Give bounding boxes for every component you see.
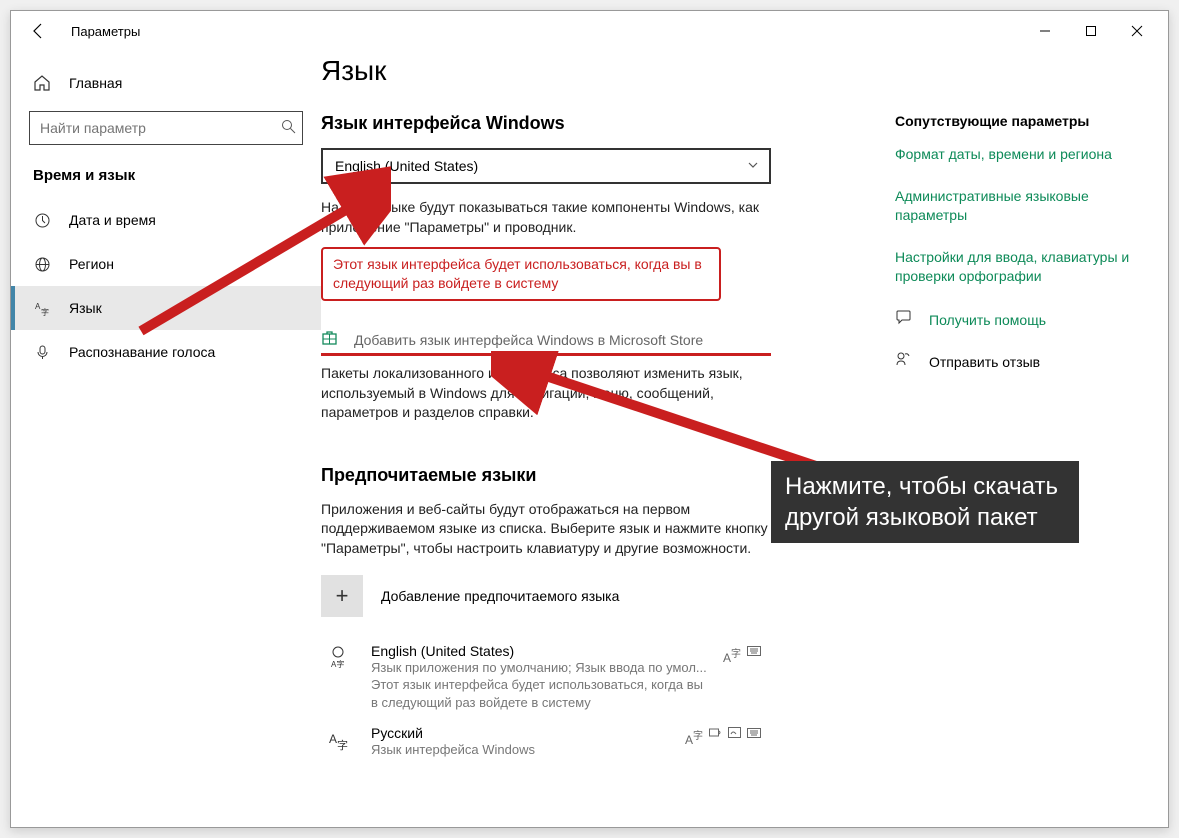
- annotation-underline: [321, 353, 771, 356]
- maximize-button[interactable]: [1068, 11, 1114, 51]
- sidebar-item-label: Дата и время: [69, 212, 156, 228]
- keyboard-feature-icon: [747, 645, 761, 712]
- preferred-language-sub: Язык приложения по умолчанию; Язык ввода…: [371, 659, 707, 677]
- sidebar-home-label: Главная: [69, 75, 122, 91]
- sidebar-item-label: Распознавание голоса: [69, 344, 215, 360]
- preferred-language-name: Русский: [371, 725, 669, 741]
- display-language-dropdown[interactable]: English (United States): [321, 148, 771, 184]
- sidebar-section-title: Время и язык: [11, 155, 321, 198]
- preferred-language-item[interactable]: A字 Русский Язык интерфейса Windows A字: [321, 723, 761, 771]
- display-language-notice: Этот язык интерфейса будет использоватьс…: [321, 247, 721, 301]
- preferred-languages-desc: Приложения и веб-сайты будут отображатьс…: [321, 500, 771, 559]
- preferred-language-sub: Язык интерфейса Windows: [371, 741, 669, 759]
- feedback-icon: [895, 351, 913, 373]
- clock-icon: [33, 211, 51, 229]
- preferred-language-name: English (United States): [371, 643, 707, 659]
- search-input[interactable]: [40, 120, 281, 136]
- search-box[interactable]: [29, 111, 303, 145]
- sidebar-item-label: Язык: [69, 300, 102, 316]
- sidebar-item-datetime[interactable]: Дата и время: [11, 198, 321, 242]
- language-feature-icons: A字: [723, 643, 761, 712]
- display-language-heading: Язык интерфейса Windows: [321, 113, 861, 134]
- add-preferred-language-row[interactable]: + Добавление предпочитаемого языка: [321, 575, 861, 617]
- store-link-label: Добавить язык интерфейса Windows в Micro…: [354, 332, 703, 348]
- tts-feature-icon: [709, 727, 722, 759]
- preferred-language-item[interactable]: A字 English (United States) Язык приложен…: [321, 641, 761, 724]
- lang-glyph-icon: A字: [321, 725, 355, 759]
- close-button[interactable]: [1114, 11, 1160, 51]
- page-title: Язык: [321, 55, 861, 87]
- sidebar-item-region[interactable]: Регион: [11, 242, 321, 286]
- window-controls: [1022, 11, 1160, 51]
- related-heading: Сопутствующие параметры: [895, 113, 1151, 129]
- related-link-admin-language[interactable]: Административные языковые параметры: [895, 187, 1151, 226]
- keyboard-feature-icon: [747, 727, 761, 759]
- main-content: Язык Язык интерфейса Windows English (Un…: [321, 51, 861, 827]
- svg-text:A字: A字: [331, 659, 344, 669]
- globe-icon: [33, 255, 51, 273]
- sidebar-home[interactable]: Главная: [11, 61, 321, 105]
- store-desc: Пакеты локализованного интерфейса позвол…: [321, 364, 781, 423]
- help-icon: [895, 309, 913, 331]
- give-feedback-label: Отправить отзыв: [929, 354, 1040, 370]
- home-icon: [33, 74, 51, 92]
- get-help-row[interactable]: Получить помощь: [895, 309, 1151, 331]
- give-feedback-row[interactable]: Отправить отзыв: [895, 351, 1151, 373]
- store-icon: [321, 329, 338, 351]
- display-language-selected: English (United States): [335, 158, 478, 174]
- svg-text:A: A: [329, 732, 337, 746]
- add-preferred-language-label: Добавление предпочитаемого языка: [381, 588, 619, 604]
- chevron-down-icon: [747, 159, 759, 174]
- minimize-button[interactable]: [1022, 11, 1068, 51]
- svg-text:字: 字: [337, 738, 348, 751]
- settings-window: Параметры Главная: [10, 10, 1169, 828]
- window-title: Параметры: [71, 24, 140, 39]
- language-feature-icons: A字: [685, 725, 761, 759]
- related-link-date-region[interactable]: Формат даты, времени и региона: [895, 145, 1151, 165]
- svg-text:字: 字: [41, 307, 49, 317]
- back-button[interactable]: [19, 11, 59, 51]
- handwriting-feature-icon: [728, 727, 741, 759]
- search-icon: [281, 119, 296, 138]
- preferred-language-sub: Этот язык интерфейса будет использоватьс…: [371, 676, 707, 711]
- display-language-desc: На этом языке будут показываться такие к…: [321, 198, 791, 237]
- sidebar: Главная Время и язык Дата и время Ре: [11, 51, 321, 827]
- lang-icon: A字: [33, 299, 51, 317]
- preferred-languages-heading: Предпочитаемые языки: [321, 465, 861, 486]
- mic-icon: [33, 343, 51, 361]
- lang-glyph-icon: A字: [321, 643, 355, 712]
- titlebar: Параметры: [11, 11, 1168, 51]
- sidebar-item-speech[interactable]: Распознавание голоса: [11, 330, 321, 374]
- plus-icon: +: [336, 583, 349, 609]
- sidebar-item-language[interactable]: A字 Язык: [11, 286, 321, 330]
- add-display-language-store-link[interactable]: Добавить язык интерфейса Windows в Micro…: [321, 329, 861, 351]
- display-lang-feature-icon: A字: [723, 645, 741, 712]
- add-tile[interactable]: +: [321, 575, 363, 617]
- sidebar-item-label: Регион: [69, 256, 114, 272]
- display-lang-feature-icon: A字: [685, 727, 703, 759]
- related-settings: Сопутствующие параметры Формат даты, вре…: [861, 51, 1151, 827]
- related-link-typing-settings[interactable]: Настройки для ввода, клавиатуры и провер…: [895, 248, 1151, 287]
- get-help-label: Получить помощь: [929, 312, 1046, 328]
